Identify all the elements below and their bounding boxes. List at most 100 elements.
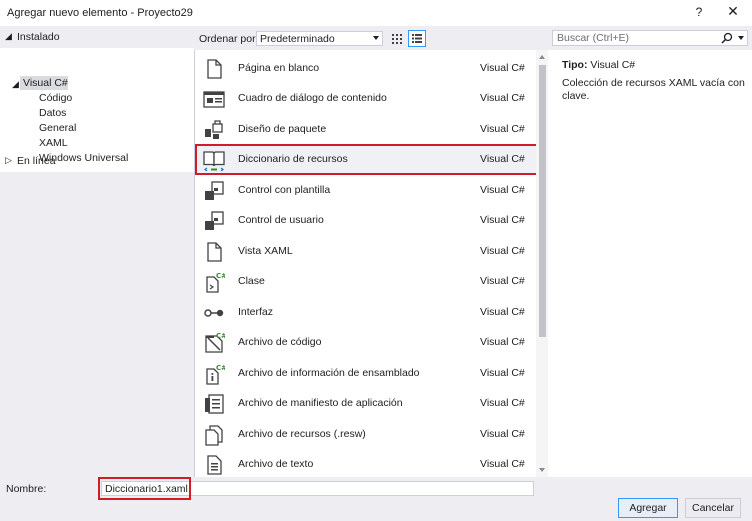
item-language: Visual C# [480,397,525,409]
item-language: Visual C# [480,306,525,318]
resw-file-icon [205,425,223,446]
expand-arrow-icon[interactable]: ◢ [12,79,22,89]
item-language: Visual C# [480,184,525,196]
item-name: Control de usuario [238,214,324,226]
installed-section[interactable]: ◢ Instalado [0,30,194,50]
user-control-icon [205,211,224,230]
scroll-up-icon[interactable] [539,55,545,59]
tree-item-codigo[interactable]: Código [39,92,72,104]
list-item[interactable]: Archivo de recursos (.resw) Visual C# [195,419,539,449]
item-language: Visual C# [480,62,525,74]
name-bar: Nombre: Diccionario1.xaml Agregar Cancel… [0,477,752,521]
scroll-down-icon[interactable] [539,468,545,472]
grid-view-icon [392,34,402,44]
item-name: Vista XAML [238,245,293,257]
list-item[interactable]: Interfaz Visual C# [195,297,539,327]
item-name: Archivo de texto [238,458,314,470]
grid-view-button[interactable] [388,30,406,47]
search-placeholder: Buscar (Ctrl+E) [557,32,630,44]
tree-item-visual-csharp[interactable]: Visual C# [23,77,68,89]
text-file-icon [207,455,222,475]
item-name: Interfaz [238,306,274,318]
blank-page-icon [207,59,222,79]
collapse-arrow-icon[interactable]: ◢ [5,31,15,41]
item-language: Visual C# [480,275,525,287]
cancel-button[interactable]: Cancelar [685,498,741,518]
list-item[interactable]: Control con plantilla Visual C# [195,175,539,205]
chevron-down-icon [373,36,379,40]
sort-select[interactable]: Predeterminado [256,31,383,46]
list-scrollbar[interactable] [536,50,548,477]
item-language: Visual C# [480,123,525,135]
item-name: Página en blanco [238,62,320,74]
name-field-value: Diccionario1.xaml [105,483,188,495]
item-name: Clase [238,275,265,287]
window-title: Agregar nuevo elemento - Proyecto29 [7,7,193,19]
name-field[interactable]: Diccionario1.xaml [101,481,534,496]
sort-toolbar: Ordenar por: Predeterminado [194,26,548,50]
item-language: Visual C# [480,153,525,165]
sort-label: Ordenar por: [199,33,259,45]
list-item[interactable]: Control de usuario Visual C# [195,205,539,235]
tree-item-datos[interactable]: Datos [39,107,66,119]
search-input[interactable]: Buscar (Ctrl+E) [552,30,748,46]
item-name: Diccionario de recursos [238,153,348,165]
list-item[interactable]: Cuadro de diálogo de contenido Visual C# [195,83,539,113]
item-language: Visual C# [480,245,525,257]
templated-control-icon [205,181,224,200]
code-file-icon: C# [205,332,225,353]
sort-select-value: Predeterminado [260,33,335,45]
item-details: Tipo: Visual C# Colección de recursos XA… [548,50,752,477]
item-description: Colección de recursos XAML vacía con cla… [562,77,745,102]
list-item[interactable]: C# Clase Visual C# [195,266,539,296]
xaml-view-icon [207,242,222,262]
chevron-down-icon[interactable] [738,36,744,40]
list-item[interactable]: Vista XAML Visual C# [195,236,539,266]
type-label: Tipo: [562,59,588,71]
svg-text:C#: C# [216,272,225,280]
add-button[interactable]: Agregar [618,498,678,518]
details-panel: Buscar (Ctrl+E) Tipo: Visual C# Colecció… [548,26,752,477]
item-language: Visual C# [480,92,525,104]
online-label: En línea [17,155,56,167]
svg-text:C#: C# [216,364,225,372]
interface-icon [204,309,224,317]
item-type: Tipo: Visual C# [562,59,635,71]
list-item[interactable]: Archivo de texto Visual C# [195,449,539,477]
expand-arrow-icon[interactable]: ▷ [5,155,15,165]
item-name: Control con plantilla [238,184,331,196]
item-name: Archivo de información de ensamblado [238,367,420,379]
item-name: Archivo de recursos (.resw) [238,428,366,440]
scrollbar-thumb[interactable] [539,65,546,337]
list-item[interactable]: C# Archivo de código Visual C# [195,327,539,357]
item-language: Visual C# [480,214,525,226]
content-dialog-icon [203,91,225,108]
svg-text:C#: C# [216,332,225,340]
list-item[interactable]: Diseño de paquete Visual C# [195,114,539,144]
list-item[interactable]: C# Archivo de información de ensamblado … [195,358,539,388]
template-list: Página en blanco Visual C# Cuadro de diá… [194,50,548,477]
list-item[interactable]: Diccionario de recursos Visual C# [195,144,539,174]
name-label: Nombre: [6,483,47,495]
tree-item-general[interactable]: General [39,122,76,134]
online-section[interactable]: ▷ En línea [0,154,194,174]
assembly-info-icon: C# [206,364,225,385]
help-button[interactable]: ? [692,5,706,19]
list-view-button[interactable] [408,30,426,47]
item-name: Diseño de paquete [238,123,327,135]
item-language: Visual C# [480,428,525,440]
item-language: Visual C# [480,458,525,470]
item-name: Cuadro de diálogo de contenido [238,92,387,104]
list-item[interactable]: Página en blanco Visual C# [195,53,539,83]
tree-item-xaml[interactable]: XAML [39,137,68,149]
item-language: Visual C# [480,367,525,379]
installed-label: Instalado [17,31,60,43]
item-name: Archivo de código [238,336,322,348]
search-icon[interactable] [721,32,733,44]
package-design-icon [205,120,223,139]
template-tree-panel: ◢ Instalado ◢ Visual C# Código Datos Gen… [0,26,194,477]
app-manifest-icon [205,394,224,414]
close-button[interactable]: ✕ [724,3,742,20]
item-name: Archivo de manifiesto de aplicación [238,397,403,409]
list-item[interactable]: Archivo de manifiesto de aplicación Visu… [195,388,539,418]
